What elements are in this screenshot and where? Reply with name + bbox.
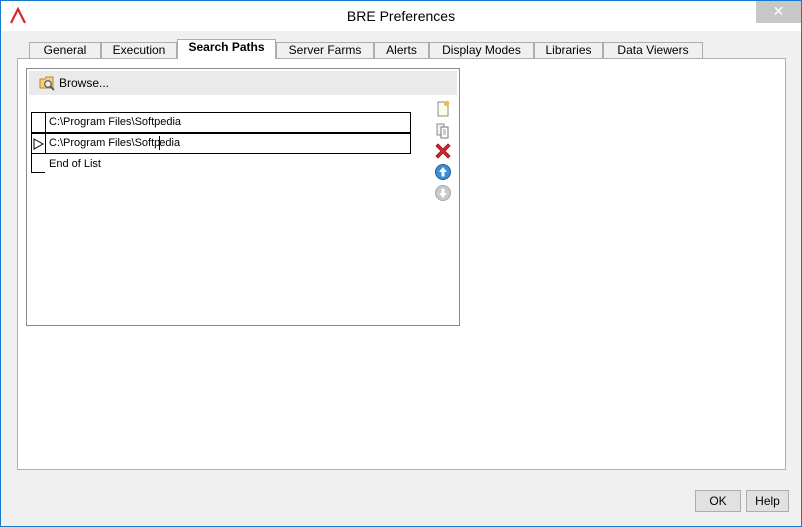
browse-folder-icon — [39, 76, 55, 91]
browse-toolbar: Browse... — [29, 71, 457, 95]
list-item[interactable]: C:\Program Files\Softpedia — [31, 133, 411, 154]
list-end-row: End of List — [31, 154, 411, 176]
tab-libraries[interactable]: Libraries — [534, 42, 603, 59]
preferences-window: BRE Preferences ✕ General Execution Sear… — [0, 0, 802, 527]
copy-icon[interactable] — [433, 121, 453, 141]
new-item-icon[interactable] — [433, 99, 453, 119]
tab-alerts[interactable]: Alerts — [374, 42, 429, 59]
path-text-before-caret: C:\Program Files\Softp — [49, 137, 161, 149]
row-selector — [31, 154, 45, 173]
path-cell[interactable]: C:\Program Files\Softpedia — [45, 112, 411, 133]
move-down-icon[interactable] — [433, 183, 453, 203]
path-cell-editing[interactable]: C:\Program Files\Softpedia — [45, 133, 411, 154]
delete-icon[interactable] — [433, 141, 453, 161]
tab-page-search-paths: Browse... C:\Program Files\Softpedia C:\… — [17, 58, 786, 470]
ok-button[interactable]: OK — [695, 490, 741, 512]
browse-label: Browse... — [59, 76, 110, 90]
help-button[interactable]: Help — [746, 490, 789, 512]
browse-button[interactable]: Browse... — [39, 74, 109, 92]
end-of-list-label: End of List — [49, 158, 101, 170]
path-text-after-caret: edia — [159, 137, 181, 149]
list-item[interactable]: C:\Program Files\Softpedia — [31, 112, 411, 133]
tab-general[interactable]: General — [29, 42, 101, 59]
tab-search-paths[interactable]: Search Paths — [177, 39, 276, 59]
move-up-icon[interactable] — [433, 162, 453, 182]
title-bar[interactable]: BRE Preferences ✕ — [1, 1, 801, 31]
tab-execution[interactable]: Execution — [101, 42, 177, 59]
row-selector[interactable] — [31, 112, 45, 133]
tab-server-farms[interactable]: Server Farms — [276, 42, 374, 59]
tab-display-modes[interactable]: Display Modes — [429, 42, 534, 59]
close-button[interactable]: ✕ — [756, 1, 801, 23]
tab-data-viewers[interactable]: Data Viewers — [603, 42, 703, 59]
search-paths-panel: Browse... C:\Program Files\Softpedia C:\… — [26, 68, 460, 326]
current-row-arrow-icon — [33, 138, 44, 150]
row-selector[interactable] — [31, 133, 45, 154]
window-title: BRE Preferences — [346, 8, 456, 24]
